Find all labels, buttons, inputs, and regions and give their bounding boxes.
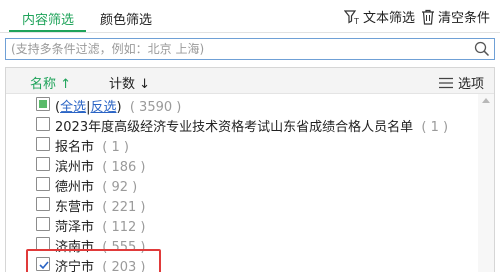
tab-content-filter[interactable]: 内容筛选 xyxy=(22,9,74,28)
select-all-label: (全选|反选) ( 3590 ) xyxy=(55,96,181,115)
item-text: 菏泽市 xyxy=(55,220,95,235)
item-count: ( 186 ) xyxy=(102,160,146,175)
text-filter-label: 文本筛选 xyxy=(363,11,416,26)
item-count: ( 1 ) xyxy=(421,120,449,135)
filter-tabs: 内容筛选 颜色筛选 T 文本筛选 清空条件 xyxy=(0,0,500,34)
trash-icon xyxy=(422,9,434,25)
select-all-count: ( 3590 ) xyxy=(129,100,182,115)
search-input[interactable] xyxy=(6,39,466,59)
item-count: ( 221 ) xyxy=(102,200,146,215)
item-text: 滨州市 xyxy=(55,160,95,175)
sort-up-arrow-icon: ↑ xyxy=(60,77,72,92)
svg-text:T: T xyxy=(353,17,359,25)
item-label: 滨州市 ( 186 ) xyxy=(55,156,146,175)
item-count: ( 92 ) xyxy=(102,180,138,195)
list-item[interactable]: 报名市 ( 1 ) xyxy=(6,134,476,155)
sort-by-name[interactable]: 名称 ↑ xyxy=(30,73,71,92)
paren-close: ) xyxy=(116,100,122,115)
item-label: 报名市 ( 1 ) xyxy=(55,136,129,155)
item-text: 德州市 xyxy=(55,180,95,195)
list-item[interactable]: 2023年度高级经济专业技术资格考试山东省成绩合格人员名单 ( 1 ) xyxy=(6,114,476,135)
item-checkbox[interactable] xyxy=(36,197,50,211)
clear-condition-button[interactable]: 清空条件 xyxy=(421,7,490,26)
scroll-up-arrow-icon[interactable] xyxy=(482,98,490,103)
sort-by-count[interactable]: 计数 ↓ xyxy=(109,73,150,92)
highlight-annotation xyxy=(26,249,161,272)
list-item[interactable]: 菏泽市 ( 112 ) xyxy=(6,214,476,235)
search-box xyxy=(5,38,495,60)
list-item[interactable]: 德州市 ( 92 ) xyxy=(6,174,476,195)
tab-color-filter[interactable]: 颜色筛选 xyxy=(100,9,152,28)
item-checkbox[interactable] xyxy=(36,157,50,171)
list-item[interactable]: 东营市 ( 221 ) xyxy=(6,194,476,215)
item-label: 2023年度高级经济专业技术资格考试山东省成绩合格人员名单 ( 1 ) xyxy=(55,116,448,135)
clear-condition-label: 清空条件 xyxy=(438,11,491,26)
item-label: 东营市 ( 221 ) xyxy=(55,196,146,215)
item-checkbox[interactable] xyxy=(36,217,50,231)
invert-selection-link[interactable]: 反选 xyxy=(90,100,116,115)
item-text: 2023年度高级经济专业技术资格考试山东省成绩合格人员名单 xyxy=(55,120,414,135)
item-checkbox[interactable] xyxy=(36,117,50,131)
select-all-row: (全选|反选) ( 3590 ) xyxy=(6,94,476,115)
sort-down-arrow-icon: ↓ xyxy=(139,77,151,92)
item-text: 报名市 xyxy=(55,140,95,155)
list-scrollbar[interactable] xyxy=(478,94,494,272)
item-count: ( 112 ) xyxy=(102,220,146,235)
tabs-divider xyxy=(0,32,500,33)
item-checkbox[interactable] xyxy=(36,137,50,151)
item-label: 德州市 ( 92 ) xyxy=(55,176,137,195)
count-column-label: 计数 xyxy=(109,77,136,92)
options-menu[interactable]: 选项 xyxy=(438,73,484,92)
options-label: 选项 xyxy=(458,77,485,92)
item-text: 东营市 xyxy=(55,200,95,215)
select-all-link[interactable]: 全选 xyxy=(60,100,86,115)
filter-funnel-icon: T xyxy=(344,9,359,25)
filter-value-list: 名称 ↑ 计数 ↓ 选项 (全选|反选) ( 3590 ) 2023年度高级经济… xyxy=(5,67,495,272)
search-icon[interactable] xyxy=(474,41,490,57)
item-checkbox[interactable] xyxy=(36,177,50,191)
menu-lines-icon xyxy=(439,77,453,88)
list-header: 名称 ↑ 计数 ↓ 选项 xyxy=(6,68,494,94)
item-label: 菏泽市 ( 112 ) xyxy=(55,216,146,235)
name-column-label: 名称 xyxy=(30,77,57,92)
item-count: ( 1 ) xyxy=(102,140,129,155)
text-filter-button[interactable]: T 文本筛选 xyxy=(344,7,415,26)
select-all-checkbox[interactable] xyxy=(36,97,50,111)
list-item[interactable]: 滨州市 ( 186 ) xyxy=(6,154,476,175)
